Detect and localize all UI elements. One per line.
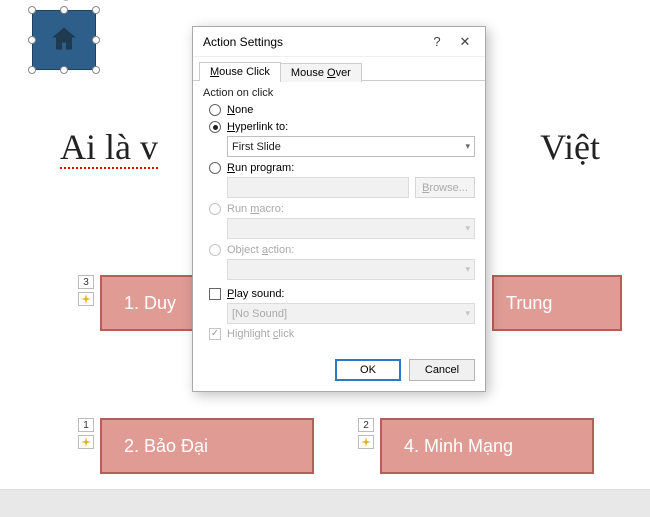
radio-none[interactable]	[209, 104, 221, 116]
browse-button: Browse...	[415, 177, 475, 198]
radio-hyperlink-row[interactable]: Hyperlink to:	[209, 121, 475, 133]
hyperlink-target-row: First Slide ▾	[227, 136, 475, 157]
chevron-down-icon: ▾	[465, 308, 470, 319]
resize-handle[interactable]	[28, 36, 36, 44]
chevron-down-icon: ▾	[465, 141, 470, 152]
run-program-row: Browse...	[227, 177, 475, 198]
radio-run-program[interactable]	[209, 162, 221, 174]
answer-box-3-partial[interactable]: Trung	[492, 275, 622, 331]
radio-run-macro	[209, 203, 221, 215]
resize-handle[interactable]	[60, 66, 68, 74]
tab-mouse-over[interactable]: Mouse Over	[280, 63, 362, 82]
resize-handle[interactable]	[28, 66, 36, 74]
anim-order-tag[interactable]: 3	[78, 275, 94, 289]
slide-title-right[interactable]: Việt	[540, 126, 600, 168]
highlight-click-check	[209, 328, 221, 340]
answer-label: 2. Bảo Đại	[124, 436, 208, 457]
anim-effect-tag[interactable]	[78, 292, 94, 306]
run-macro-row: ▾	[227, 218, 475, 239]
tab-label: Mouse Click	[210, 66, 270, 78]
radio-label: Hyperlink to:	[227, 121, 288, 133]
check-label: Play sound:	[227, 288, 285, 300]
dialog-buttons: OK Cancel	[193, 351, 485, 391]
slide-title-left[interactable]: Ai là v	[60, 126, 158, 168]
button-label: Browse...	[422, 182, 468, 194]
dialog-titlebar[interactable]: Action Settings ? ✕	[193, 27, 485, 57]
answer-label: 4. Minh Mạng	[404, 436, 513, 457]
title-text: Việt	[540, 127, 600, 167]
resize-handle[interactable]	[92, 66, 100, 74]
object-action-combo: ▾	[227, 259, 475, 280]
check-label: Highlight click	[227, 328, 294, 340]
title-text: Ai là v	[60, 127, 158, 169]
action-settings-dialog: Action Settings ? ✕ Mouse Click Mouse Ov…	[192, 26, 486, 392]
resize-handle[interactable]	[28, 6, 36, 14]
home-icon	[50, 26, 78, 55]
home-shape[interactable]	[32, 10, 96, 70]
resize-handle[interactable]	[92, 36, 100, 44]
dialog-title: Action Settings	[203, 35, 423, 49]
ok-button[interactable]: OK	[335, 359, 401, 381]
answer-box-4[interactable]: 4. Minh Mạng	[380, 418, 594, 474]
play-sound-check[interactable]	[209, 288, 221, 300]
close-button[interactable]: ✕	[451, 34, 479, 50]
radio-object-action	[209, 244, 221, 256]
tab-mouse-click[interactable]: Mouse Click	[199, 62, 281, 81]
radio-label: Run macro:	[227, 203, 284, 215]
run-program-path	[227, 177, 409, 198]
resize-handle[interactable]	[60, 6, 68, 14]
tab-label: Mouse Over	[291, 67, 351, 79]
answer-box-2[interactable]: 2. Bảo Đại	[100, 418, 314, 474]
combo-value: First Slide	[232, 141, 281, 153]
answer-label: 1. Duy	[124, 293, 176, 314]
sound-row: [No Sound] ▾	[227, 303, 475, 324]
radio-label: Run program:	[227, 162, 294, 174]
action-on-click-group: Action on click None Hyperlink to: First…	[203, 87, 475, 280]
radio-object-action-row: Object action:	[209, 244, 475, 256]
cancel-button[interactable]: Cancel	[409, 359, 475, 381]
answer-label: Trung	[506, 293, 552, 314]
radio-run-program-row[interactable]: Run program:	[209, 162, 475, 174]
resize-handle[interactable]	[92, 6, 100, 14]
dialog-body: Action on click None Hyperlink to: First…	[193, 81, 485, 351]
button-label: Cancel	[425, 364, 459, 376]
radio-run-macro-row: Run macro:	[209, 203, 475, 215]
hyperlink-combo[interactable]: First Slide ▾	[227, 136, 475, 157]
highlight-click-row: Highlight click	[209, 328, 475, 340]
chevron-down-icon: ▾	[465, 264, 470, 275]
object-action-row: ▾	[227, 259, 475, 280]
radio-none-row[interactable]: None	[209, 104, 475, 116]
anim-order-tag[interactable]: 2	[358, 418, 374, 432]
anim-order-tag[interactable]: 1	[78, 418, 94, 432]
play-sound-row[interactable]: Play sound:	[209, 288, 475, 300]
button-label: OK	[360, 364, 376, 376]
chevron-down-icon: ▾	[465, 223, 470, 234]
macro-combo: ▾	[227, 218, 475, 239]
anim-effect-tag[interactable]	[78, 435, 94, 449]
radio-label: Object action:	[227, 244, 294, 256]
notes-pane-strip	[0, 490, 650, 517]
sound-combo: [No Sound] ▾	[227, 303, 475, 324]
radio-label: None	[227, 104, 253, 116]
group-label: Action on click	[203, 87, 475, 99]
anim-effect-tag[interactable]	[358, 435, 374, 449]
dialog-tabs: Mouse Click Mouse Over	[193, 57, 485, 81]
help-button[interactable]: ?	[423, 34, 451, 49]
radio-hyperlink[interactable]	[209, 121, 221, 133]
combo-value: [No Sound]	[232, 308, 287, 320]
